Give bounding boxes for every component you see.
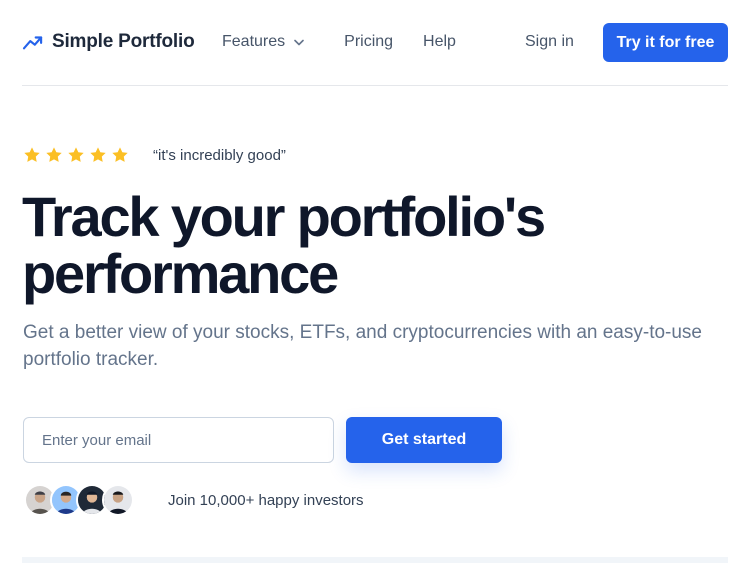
social-proof: Join 10,000+ happy investors (24, 484, 364, 516)
email-input[interactable] (23, 417, 334, 463)
sign-in-link[interactable]: Sign in (525, 33, 574, 51)
star-icon (68, 147, 84, 162)
star-rating (23, 146, 133, 164)
nav-features-dropdown[interactable]: Features (222, 33, 304, 51)
hero-headline-line-2: performance (22, 242, 339, 305)
hero-subtext: Get a better view of your stocks, ETFs, … (23, 322, 702, 370)
trending-up-icon (22, 36, 43, 50)
section-divider (22, 557, 728, 563)
top-navigation: Simple Portfolio Features Pricing Help S… (22, 0, 728, 86)
nav-links: Features Pricing Help (222, 33, 456, 51)
nav-pricing-link[interactable]: Pricing (344, 33, 393, 51)
nav-features-label: Features (222, 33, 286, 50)
testimonial-quote: “it's incredibly good” (153, 146, 286, 164)
star-icon (90, 147, 106, 162)
brand-logo[interactable]: Simple Portfolio (22, 31, 195, 53)
star-icon (112, 147, 128, 162)
avatar (102, 484, 134, 516)
nav-help-link[interactable]: Help (423, 33, 456, 51)
social-proof-text: Join 10,000+ happy investors (168, 491, 364, 509)
get-started-button[interactable]: Get started (346, 417, 502, 463)
star-icon (46, 147, 62, 162)
hero-headline-line-1: Track your portfolio's (22, 185, 546, 248)
try-free-button[interactable]: Try it for free (603, 23, 728, 62)
investor-avatars (24, 484, 134, 516)
rating-row: “it's incredibly good” (23, 146, 286, 164)
chevron-down-icon (294, 39, 304, 45)
brand-name: Simple Portfolio (52, 31, 195, 52)
hero-headline: Track your portfolio's performance (22, 188, 722, 302)
star-icon (24, 147, 40, 162)
